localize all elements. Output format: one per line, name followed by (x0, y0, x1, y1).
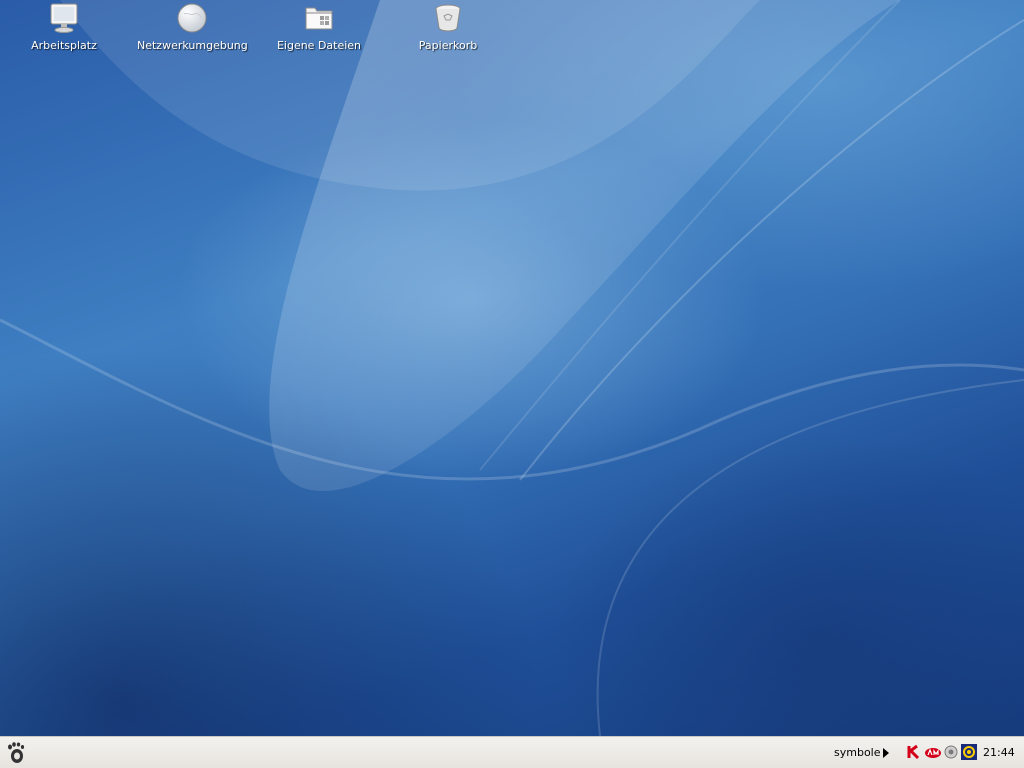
desktop-icon-label: Eigene Dateien (276, 39, 362, 52)
network-icon (177, 3, 207, 33)
network-status-icon[interactable] (961, 744, 977, 760)
gnome-foot-icon[interactable] (4, 741, 28, 765)
taskbar: symbole 21:44 (0, 736, 1024, 768)
trash-icon (435, 4, 461, 32)
speaker-icon[interactable] (943, 744, 959, 760)
expand-arrow-icon[interactable] (883, 748, 889, 758)
desktop-icon-label: Papierkorb (418, 39, 478, 52)
kaspersky-icon[interactable] (906, 744, 922, 760)
symbols-label[interactable]: symbole (834, 746, 881, 759)
computer-icon (50, 3, 78, 33)
desktop-icon-label: Arbeitsplatz (31, 39, 97, 52)
wallpaper (0, 0, 1024, 736)
desktop-icon-netzwerkumgebung[interactable]: Netzwerkumgebung (137, 2, 248, 52)
clock[interactable]: 21:44 (983, 746, 1015, 759)
desktop-icon-eigene-dateien[interactable]: Eigene Dateien (264, 2, 374, 52)
desktop-icon-arbeitsplatz[interactable]: Arbeitsplatz (9, 2, 119, 52)
desktop[interactable]: Arbeitsplatz Netzwerkumgebung Eigene Dat… (0, 0, 1024, 736)
desktop-icon-papierkorb[interactable]: Papierkorb (393, 2, 503, 52)
am-icon[interactable] (924, 744, 942, 760)
folder-icon (305, 7, 333, 30)
desktop-icon-label: Netzwerkumgebung (137, 39, 248, 52)
